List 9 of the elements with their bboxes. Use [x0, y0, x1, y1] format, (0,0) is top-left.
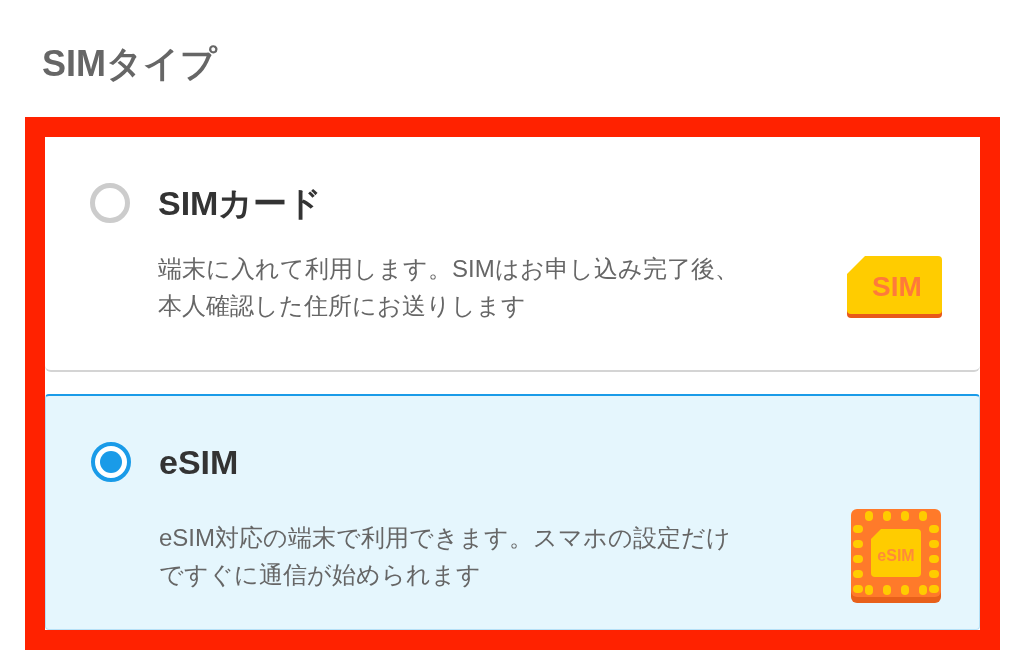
option-title: eSIM — [159, 442, 239, 482]
section-heading: SIMタイプ — [42, 42, 217, 86]
option-description: 端末に入れて利用します。SIMはお申し込み完了後、 本人確認した住所にお送りします — [158, 254, 739, 321]
radio-button[interactable] — [91, 442, 131, 482]
esim-chip-label: eSIM — [877, 547, 915, 564]
option-title: SIMカード — [158, 183, 323, 223]
option-description: eSIM対応の端末で利用できます。スマホの設定だけ ですぐに通信が始められます — [159, 523, 731, 590]
sim-card-label: SIM — [872, 271, 922, 302]
radio-button[interactable] — [90, 183, 130, 223]
